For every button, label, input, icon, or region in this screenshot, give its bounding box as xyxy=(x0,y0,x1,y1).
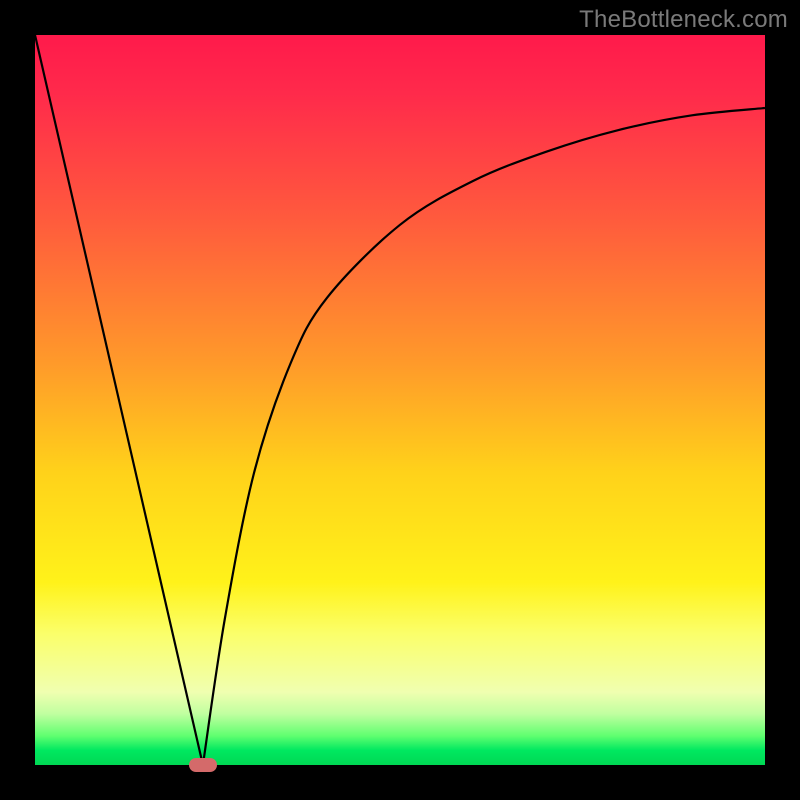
chart-frame: TheBottleneck.com xyxy=(0,0,800,800)
curve-svg xyxy=(35,35,765,765)
curve-left-branch xyxy=(35,35,203,765)
watermark-text: TheBottleneck.com xyxy=(579,6,788,34)
minimum-marker xyxy=(189,758,217,772)
plot-area xyxy=(35,35,765,765)
curve-right-branch xyxy=(203,108,765,765)
